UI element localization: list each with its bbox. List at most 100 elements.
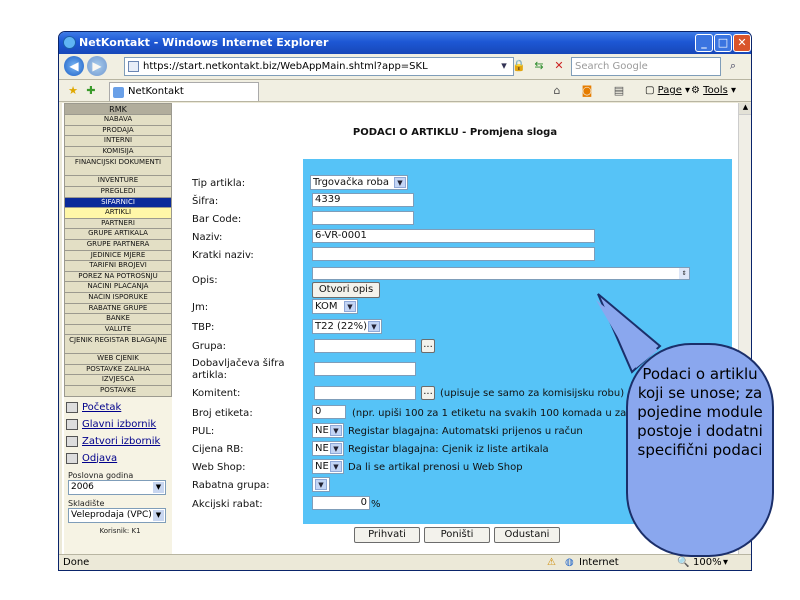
sidebar-item-financijski-dokumenti[interactable]: FINANCIJSKI DOKUMENTI bbox=[64, 157, 172, 177]
cancel-button[interactable]: Odustani bbox=[494, 527, 560, 543]
sidebar-item-pregledi[interactable]: PREGLEDI bbox=[64, 186, 172, 198]
grupa-input[interactable] bbox=[314, 339, 416, 353]
link-pocetak[interactable]: Početak bbox=[64, 399, 172, 416]
jm-select[interactable]: KOM ▼ bbox=[312, 299, 358, 314]
pul-select[interactable]: NE ▼ bbox=[312, 423, 344, 438]
feeds-icon[interactable]: ◙ bbox=[579, 83, 595, 99]
grupa-browse-button[interactable]: ... bbox=[421, 339, 435, 353]
callout-bubble: Podaci o artiklu koji se unose; za pojed… bbox=[626, 343, 774, 557]
forward-button[interactable]: ▶ bbox=[87, 56, 107, 76]
sidebar-item-inventure[interactable]: INVENTURE bbox=[64, 176, 172, 187]
link-odjava[interactable]: Odjava bbox=[64, 450, 172, 467]
search-icon[interactable]: ⌕ bbox=[725, 58, 741, 74]
search-input[interactable]: Search Google bbox=[571, 57, 721, 76]
cijena-rb-select[interactable]: NE ▼ bbox=[312, 441, 344, 456]
sidebar-item-nabava[interactable]: NABAVA bbox=[64, 115, 172, 126]
refresh-icon[interactable]: ⇆ bbox=[531, 58, 547, 74]
sidebar-links: Početak Glavni izbornik Zatvori izbornik… bbox=[64, 399, 172, 467]
tab-netkontakt[interactable]: NetKontakt bbox=[109, 82, 259, 101]
sidebar-item-valute[interactable]: VALUTE bbox=[64, 324, 172, 336]
link-glavni-izbornik[interactable]: Glavni izbornik bbox=[64, 416, 172, 433]
open-description-button[interactable]: Otvori opis bbox=[312, 282, 380, 298]
chevron-down-icon: ▼ bbox=[344, 301, 356, 312]
akcijski-rabat-unit: % bbox=[371, 499, 381, 510]
sidebar-item-cjenik-registar-blagajne[interactable]: CJENIK REGISTAR BLAGAJNE bbox=[64, 335, 172, 355]
sidebar-item-tarifni-brojevi[interactable]: TARIFNI BROJEVI bbox=[64, 261, 172, 272]
sidebar-item-porez-na-potro-nju[interactable]: POREZ NA POTROŠNJU bbox=[64, 271, 172, 283]
jm-value: KOM bbox=[315, 301, 338, 312]
add-favorite-icon[interactable]: ✚ bbox=[83, 83, 99, 99]
tbp-select[interactable]: T22 (22%) ▼ bbox=[312, 319, 382, 334]
sidebar-item-prodaja[interactable]: PRODAJA bbox=[64, 125, 172, 137]
stop-icon[interactable]: ✕ bbox=[551, 58, 567, 74]
naziv-input[interactable]: 6-VR-0001 bbox=[312, 229, 595, 243]
komitent-label: Komitent: bbox=[192, 388, 241, 399]
etiketa-label: Broj etiketa: bbox=[192, 408, 253, 419]
sidebar-item-postavke-zaliha[interactable]: POSTAVKE ZALIHA bbox=[64, 364, 172, 376]
sidebar-item-jedinice-mjere[interactable]: JEDINICE MJERE bbox=[64, 250, 172, 262]
sifra-input[interactable]: 4339 bbox=[312, 193, 414, 207]
globe-icon: ◍ bbox=[565, 557, 574, 568]
form-title: PODACI O ARTIKLU - Promjena sloga bbox=[352, 127, 558, 138]
sidebar-item-na-ini-pla-anja[interactable]: NAČINI PLAĆANJA bbox=[64, 282, 172, 293]
tbp-label: TBP: bbox=[192, 322, 215, 333]
tbp-value: T22 (22%) bbox=[315, 321, 368, 332]
close-button[interactable]: ✕ bbox=[733, 34, 751, 52]
sifra-label: Šifra: bbox=[192, 196, 219, 207]
sidebar-item-grupe-artikala[interactable]: GRUPE ARTIKALA bbox=[64, 229, 172, 240]
reset-button[interactable]: Poništi bbox=[424, 527, 490, 543]
sidebar-item-partneri[interactable]: PARTNERI bbox=[64, 218, 172, 230]
print-icon[interactable]: ▤ bbox=[611, 83, 627, 99]
lock-icon[interactable]: 🔒 bbox=[511, 58, 527, 74]
zoom-level[interactable]: 100% bbox=[693, 555, 722, 570]
site-favicon bbox=[113, 87, 124, 98]
sidebar-item--ifarnici[interactable]: ŠIFARNICI bbox=[64, 197, 172, 209]
home-icon[interactable]: ⌂ bbox=[549, 83, 565, 99]
pul-hint: Registar blagajna: Automatski prijenos u… bbox=[348, 426, 583, 437]
dobavljac-input[interactable] bbox=[314, 362, 416, 376]
year-select[interactable]: 2006 ▼ bbox=[68, 479, 166, 495]
webshop-select[interactable]: NE ▼ bbox=[312, 459, 344, 474]
minimize-button[interactable]: _ bbox=[695, 34, 713, 52]
sidebar-item-web-cjenik[interactable]: WEB CJENIK bbox=[64, 354, 172, 365]
link-zatvori-izbornik[interactable]: Zatvori izbornik bbox=[64, 433, 172, 450]
sidebar-item-izvje-a[interactable]: IZVJEŠĆA bbox=[64, 375, 172, 387]
page-menu[interactable]: ▢ Page ▾ bbox=[645, 83, 690, 99]
komitent-input[interactable] bbox=[314, 386, 416, 400]
pul-label: PUL: bbox=[192, 426, 215, 437]
save-button[interactable]: Prihvati bbox=[354, 527, 420, 543]
maximize-button[interactable]: □ bbox=[714, 34, 732, 52]
etiketa-hint: (npr. upiši 100 za 1 etiketu na svakih 1… bbox=[352, 408, 655, 419]
back-button[interactable]: ◀ bbox=[64, 56, 84, 76]
address-input[interactable]: https://start.netkontakt.biz/WebAppMain.… bbox=[124, 57, 514, 76]
tools-menu[interactable]: ⚙ Tools ▾ bbox=[691, 83, 736, 99]
rabatna-grupa-select[interactable]: ▼ bbox=[312, 477, 330, 492]
warehouse-select[interactable]: Veleprodaja (VPC) ▼ bbox=[68, 507, 166, 523]
kratki-naziv-input[interactable] bbox=[312, 247, 595, 261]
sidebar-item-postavke[interactable]: POSTAVKE bbox=[64, 386, 172, 397]
sidebar: RMK NABAVA PRODAJA INTERNI KOMISIJA FINANCIJS… bbox=[64, 103, 172, 555]
sidebar-item-artikli[interactable]: ARTIKLI bbox=[64, 208, 172, 219]
sidebar-item-na-in-isporuke[interactable]: NAČIN ISPORUKE bbox=[64, 292, 172, 304]
tip-select[interactable]: Trgovačka roba ▼ bbox=[310, 175, 408, 190]
scroll-up-icon[interactable]: ▲ bbox=[739, 103, 751, 115]
sidebar-item-interni[interactable]: INTERNI bbox=[64, 136, 172, 147]
etiketa-input[interactable]: 0 bbox=[312, 405, 346, 419]
akcijski-rabat-input[interactable]: 0 bbox=[312, 496, 370, 510]
opis-input[interactable]: ⇕ bbox=[312, 267, 690, 280]
komitent-browse-button[interactable]: ... bbox=[421, 386, 435, 400]
chevron-down-icon: ▼ bbox=[330, 425, 342, 436]
scroll-arrows-icon[interactable]: ⇕ bbox=[679, 268, 689, 279]
barcode-input[interactable] bbox=[312, 211, 414, 225]
favorites-star-icon[interactable]: ★ bbox=[65, 83, 81, 99]
sidebar-item-banke[interactable]: BANKE bbox=[64, 314, 172, 325]
sidebar-item-rabatne-grupe[interactable]: RABATNE GRUPE bbox=[64, 303, 172, 315]
dropdown-icon[interactable]: ▾ bbox=[496, 58, 512, 74]
webshop-hint: Da li se artikal prenosi u Web Shop bbox=[348, 462, 523, 473]
zoom-dropdown-icon[interactable]: ▾ bbox=[723, 555, 728, 570]
user-label: Korisnik: K1 bbox=[99, 526, 141, 535]
sidebar-item-komisija[interactable]: KOMISIJA bbox=[64, 146, 172, 158]
link-label: Zatvori izbornik bbox=[82, 435, 161, 447]
sidebar-item-grupe-partnera[interactable]: GRUPE PARTNERA bbox=[64, 239, 172, 251]
barcode-label: Bar Code: bbox=[192, 214, 242, 225]
